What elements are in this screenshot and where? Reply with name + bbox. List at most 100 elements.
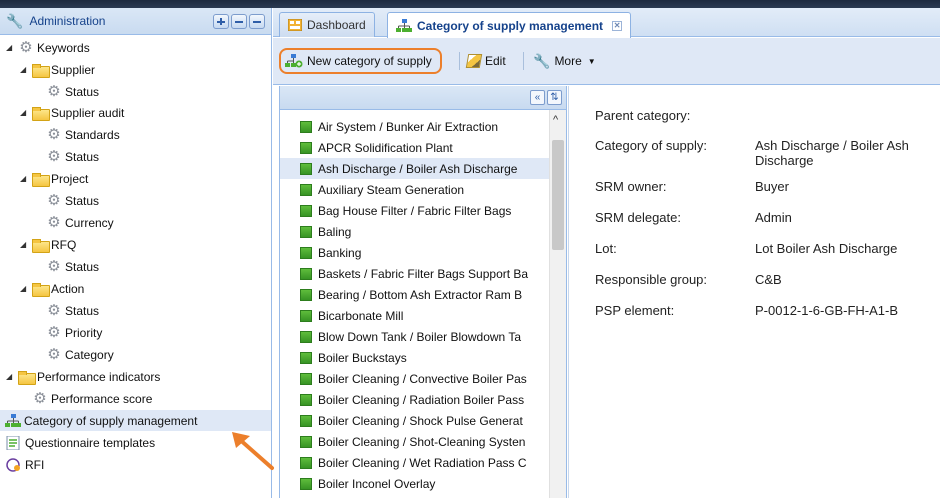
list-item[interactable]: Banking	[280, 242, 550, 263]
category-square-icon	[300, 204, 312, 217]
admin-panel-header: 🔧 Administration	[0, 8, 271, 35]
detail-label: SRM delegate:	[595, 210, 681, 225]
tree-item-project[interactable]: ◢ Project	[20, 168, 88, 189]
tree-item-label: Category	[65, 347, 114, 362]
list-item[interactable]: Boiler Cleaning / Radiation Boiler Pass	[280, 389, 550, 410]
list-item[interactable]: Boiler Cleaning / Wet Radiation Pass C	[280, 452, 550, 473]
gear-icon: ⚙	[47, 147, 61, 165]
list-item-selected[interactable]: Ash Discharge / Boiler Ash Discharge	[280, 158, 550, 179]
list-item[interactable]: Boiler Cleaning / Shock Pulse Generat	[280, 410, 550, 431]
list-item-label: Bicarbonate Mill	[318, 308, 404, 323]
list-item[interactable]: Bearing / Bottom Ash Extractor Ram B	[280, 284, 550, 305]
list-item-label: Boiler Buckstays	[318, 350, 407, 365]
tree-expanded-icon[interactable]: ◢	[20, 65, 30, 74]
close-icon[interactable]: ✕	[612, 20, 623, 31]
scrollbar-thumb[interactable]	[552, 140, 564, 250]
gear-icon: ⚙	[47, 301, 61, 319]
tree-item-supplier[interactable]: ◢ Supplier	[20, 59, 95, 80]
tree-item-label: Standards	[65, 127, 120, 142]
detail-label: SRM owner:	[595, 179, 667, 194]
tab-dashboard[interactable]: Dashboard	[279, 12, 375, 37]
tree-item-category[interactable]: ⚙ Category	[46, 344, 114, 365]
list-item[interactable]: Boiler Cleaning / Shot-Cleaning Systen	[280, 431, 550, 452]
list-item-label: Boiler Cleaning / Convective Boiler Pas	[318, 371, 527, 386]
list-item-label: Boiler Inconel Overlay	[318, 476, 436, 491]
more-button[interactable]: 🔧 More ▼	[529, 50, 600, 72]
list-item[interactable]: Air System / Bunker Air Extraction	[280, 116, 550, 137]
tree-item-rfq-status[interactable]: ⚙ Status	[46, 256, 99, 277]
tree-expanded-icon[interactable]: ◢	[20, 108, 30, 117]
tree-expanded-icon[interactable]: ◢	[20, 284, 30, 293]
tree-item-action-status[interactable]: ⚙ Status	[46, 300, 99, 321]
tree-item-priority[interactable]: ⚙ Priority	[46, 322, 102, 343]
gear-icon: ⚙	[47, 323, 61, 341]
org-chart-icon	[5, 413, 21, 427]
tree-item-questionnaire-templates[interactable]: Questionnaire templates	[6, 432, 155, 453]
gear-icon: ⚙	[19, 38, 33, 56]
detail-label: Lot:	[595, 241, 617, 256]
collapse-all-button[interactable]	[231, 14, 247, 29]
folder-icon	[32, 106, 50, 121]
tree-item-rfi[interactable]: RFI	[6, 454, 44, 475]
category-square-icon	[300, 393, 312, 406]
tree-item-rfq[interactable]: ◢ RFQ	[20, 234, 76, 255]
gear-icon: ⚙	[47, 213, 61, 231]
list-item[interactable]: APCR Solidification Plant	[280, 137, 550, 158]
collapse-panel-button[interactable]	[249, 14, 265, 29]
tree-item-audit-status[interactable]: ⚙ Status	[46, 146, 99, 167]
tree-expanded-icon[interactable]: ◢	[20, 174, 30, 183]
list-item[interactable]: Bicarbonate Mill	[280, 305, 550, 326]
new-category-button[interactable]: New category of supply	[279, 48, 442, 74]
edit-button[interactable]: Edit	[463, 50, 510, 72]
tree-expanded-icon[interactable]: ◢	[6, 43, 16, 52]
category-square-icon	[300, 267, 312, 280]
tree-item-label: Performance indicators	[37, 369, 161, 384]
tree-item-supplier-status[interactable]: ⚙ Status	[46, 81, 99, 102]
tab-category-of-supply[interactable]: Category of supply management ✕	[387, 12, 632, 38]
tree-item-category-of-supply[interactable]: Category of supply management	[0, 410, 271, 431]
tree-item-label: Status	[65, 303, 100, 318]
category-list-panel: « ⇅ Air System / Bunker Air Extraction A…	[279, 86, 567, 498]
category-square-icon	[300, 120, 312, 133]
list-item-label: Blow Down Tank / Boiler Blowdown Ta	[318, 329, 521, 344]
toolbar-separator	[523, 52, 524, 70]
window-top-band	[0, 0, 940, 8]
scroll-up-icon[interactable]: ^	[553, 114, 558, 126]
tree-item-supplier-audit[interactable]: ◢ Supplier audit	[20, 102, 124, 123]
tree-item-performance-score[interactable]: ⚙ Performance score	[32, 388, 152, 409]
tree-expanded-icon[interactable]: ◢	[20, 240, 30, 249]
list-item[interactable]: Blow Down Tank / Boiler Blowdown Ta	[280, 326, 550, 347]
list-scrollbar[interactable]: ^	[549, 110, 566, 498]
folder-icon	[32, 63, 50, 78]
category-square-icon	[300, 246, 312, 259]
detail-row-lot: Lot: Lot Boiler Ash Discharge	[595, 241, 935, 256]
list-item[interactable]: Boiler Cleaning / Convective Boiler Pas	[280, 368, 550, 389]
gear-icon: ⚙	[33, 389, 47, 407]
tab-bar: Dashboard Category of supply management …	[273, 8, 940, 38]
collapse-left-icon[interactable]: «	[530, 90, 545, 105]
category-square-icon	[300, 330, 312, 343]
tree-item-project-status[interactable]: ⚙ Status	[46, 190, 99, 211]
list-item[interactable]: Baskets / Fabric Filter Bags Support Ba	[280, 263, 550, 284]
tree-item-performance-indicators[interactable]: ◢ Performance indicators	[6, 366, 160, 387]
tree-expanded-icon[interactable]: ◢	[6, 372, 16, 381]
list-item[interactable]: Bag House Filter / Fabric Filter Bags	[280, 200, 550, 221]
refresh-icon[interactable]: ⇅	[547, 90, 562, 105]
tree-item-standards[interactable]: ⚙ Standards	[46, 124, 120, 145]
expand-all-button[interactable]	[213, 14, 229, 29]
admin-panel-title: Administration	[29, 14, 106, 28]
list-item[interactable]: Boiler Inconel Overlay	[280, 473, 550, 494]
category-square-icon	[300, 162, 312, 175]
list-item[interactable]: Baling	[280, 221, 550, 242]
gear-icon: ⚙	[47, 345, 61, 363]
tree-item-label: RFI	[25, 457, 45, 472]
pencil-icon	[465, 54, 483, 68]
tree-item-currency[interactable]: ⚙ Currency	[46, 212, 113, 233]
category-square-icon	[300, 414, 312, 427]
list-item-label: Ash Discharge / Boiler Ash Discharge	[318, 161, 518, 176]
tree-item-keywords[interactable]: ◢ ⚙ Keywords	[6, 37, 90, 58]
tree-item-label: RFQ	[51, 237, 77, 252]
list-item[interactable]: Boiler Buckstays	[280, 347, 550, 368]
tree-item-action[interactable]: ◢ Action	[20, 278, 84, 299]
list-item[interactable]: Auxiliary Steam Generation	[280, 179, 550, 200]
